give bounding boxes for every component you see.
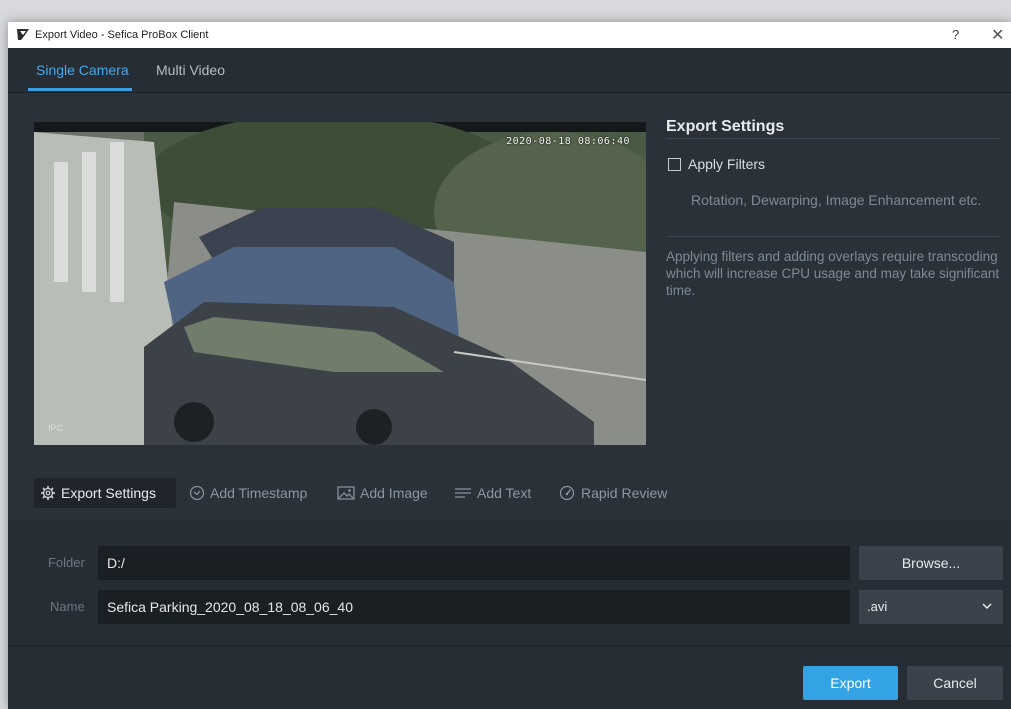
divider (8, 645, 1011, 646)
filters-description: Rotation, Dewarping, Image Enhancement e… (691, 192, 982, 208)
add-timestamp-label: Add Timestamp (210, 485, 308, 501)
export-video-dialog: Export Video - Sefica ProBox Client ? ✕ … (8, 22, 1011, 709)
tab-multi-video[interactable]: Multi Video (156, 62, 225, 78)
folder-input[interactable]: D:/ (98, 546, 850, 580)
format-select-value: .avi (867, 599, 888, 614)
camera-frame-image (34, 122, 646, 445)
rapid-review-label: Rapid Review (581, 485, 668, 501)
format-select[interactable]: .avi (859, 590, 1003, 624)
add-text-label: Add Text (477, 485, 532, 501)
folder-label: Folder (48, 555, 85, 570)
export-settings-title: Export Settings (666, 118, 785, 135)
chevron-down-icon (982, 603, 992, 610)
divider (666, 236, 999, 237)
rapid-review-tool[interactable]: Rapid Review (558, 478, 667, 508)
gear-icon (41, 486, 55, 500)
video-preview: 2020-08-18 08:06:40 IPC (34, 122, 646, 445)
video-timestamp: 2020-08-18 08:06:40 (506, 136, 630, 147)
export-settings-tool[interactable]: Export Settings (34, 478, 176, 508)
speedometer-icon (559, 485, 575, 501)
browse-button[interactable]: Browse... (859, 546, 1003, 580)
checkbox-box[interactable] (668, 158, 681, 171)
window-title: Export Video - Sefica ProBox Client (35, 29, 209, 41)
transcode-note: Applying filters and adding overlays req… (666, 249, 1000, 298)
cancel-button[interactable]: Cancel (907, 666, 1003, 700)
filename-input[interactable]: Sefica Parking_2020_08_18_08_06_40 (98, 590, 850, 624)
clock-icon (189, 485, 205, 501)
add-timestamp-tool[interactable]: Add Timestamp (189, 478, 307, 508)
camera-tag: IPC (48, 423, 64, 433)
text-lines-icon (455, 488, 471, 498)
image-icon (337, 486, 355, 500)
export-settings-panel: Export Settings Apply Filters Rotation, … (666, 22, 1006, 322)
export-output-section: Folder D:/ Browse... Name Sefica Parking… (8, 520, 1011, 709)
active-tab-indicator (28, 88, 132, 91)
add-image-tool[interactable]: Add Image (337, 478, 428, 508)
add-image-label: Add Image (360, 485, 428, 501)
app-logo-icon (17, 29, 29, 40)
apply-filters-label: Apply Filters (688, 156, 766, 172)
divider (666, 138, 999, 139)
tab-single-camera[interactable]: Single Camera (36, 62, 129, 78)
export-button[interactable]: Export (803, 666, 898, 700)
name-label: Name (50, 599, 85, 614)
add-text-tool[interactable]: Add Text (454, 478, 531, 508)
export-settings-tool-label: Export Settings (61, 485, 156, 501)
